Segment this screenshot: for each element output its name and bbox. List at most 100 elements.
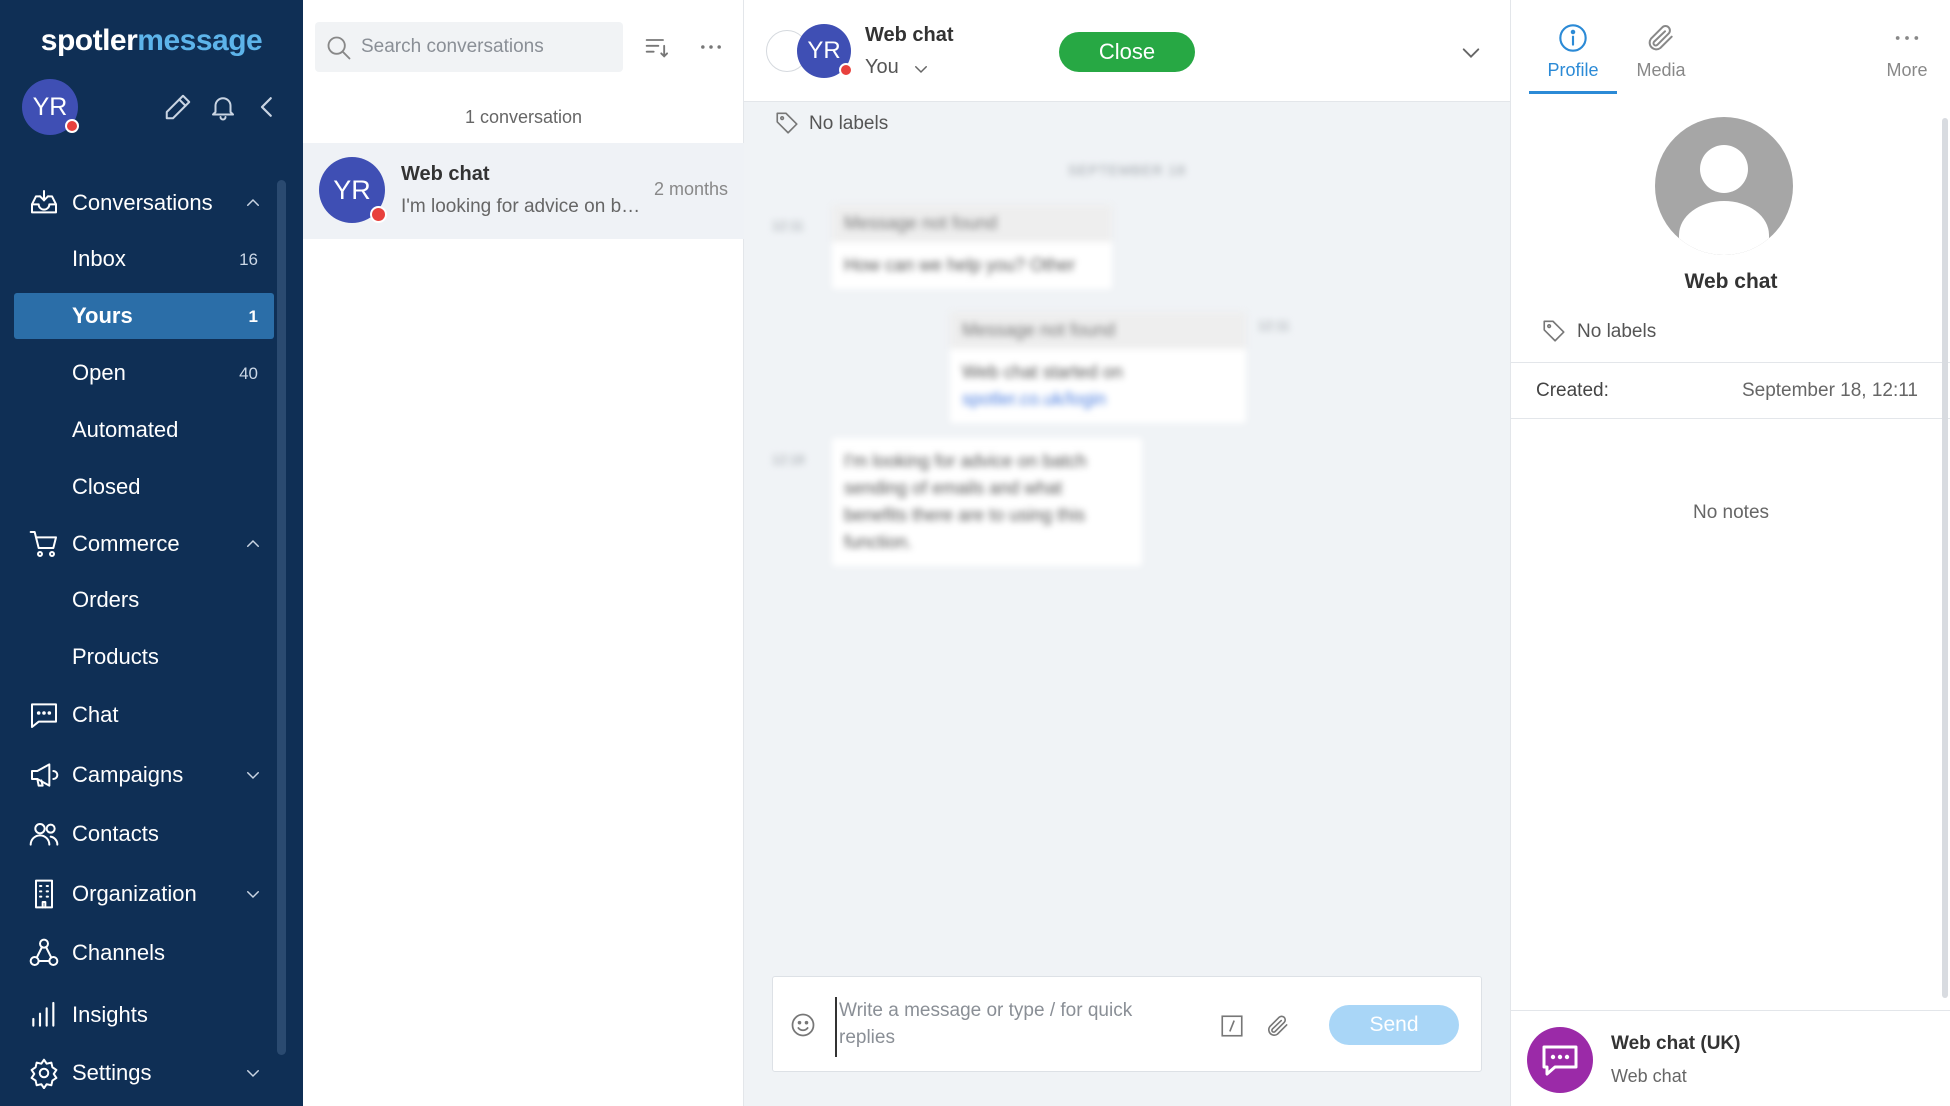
logo-text-spotler: spotler [40, 24, 138, 57]
nav-yours-count: 1 [248, 307, 258, 326]
nav-chat[interactable]: Chat [14, 692, 274, 738]
conversation-avatar-initials: YR [333, 174, 371, 205]
profile-labels-text: No labels [1577, 321, 1657, 342]
attachment-paperclip-icon[interactable] [1265, 1013, 1291, 1039]
nav-chat-label: Chat [72, 702, 119, 727]
contacts-people-icon [29, 823, 59, 846]
details-scrollbar[interactable] [1942, 118, 1948, 998]
emoji-smiley-icon[interactable] [789, 1011, 817, 1039]
tab-more-label: More [1886, 60, 1928, 80]
compose-pencil-icon[interactable] [163, 92, 193, 122]
nav-inbox-count: 16 [239, 250, 258, 269]
tab-media[interactable]: Media [1617, 18, 1705, 94]
nav-conversations[interactable]: Conversations [14, 180, 274, 226]
created-label: Created: [1536, 380, 1609, 401]
message-thread: SEPTEMBER 18 12:11 Message not found How… [744, 150, 1510, 570]
message-time: 12:11 [772, 218, 804, 233]
labels-text: No labels [809, 113, 889, 134]
status-dot [839, 63, 853, 77]
bar-chart-icon [32, 1001, 55, 1027]
channel-card[interactable]: Web chat (UK) Web chat [1511, 1010, 1950, 1106]
notifications-bell-icon[interactable] [208, 92, 238, 122]
sidebar-scrollbar[interactable] [277, 180, 286, 1055]
app-logo[interactable]: spotlermessage [0, 24, 303, 58]
conversation-list-panel: 1 conversation YR Web chat I'm looking f… [303, 0, 744, 1106]
conversation-name: Web chat [401, 163, 490, 185]
nav-orders-label: Orders [72, 587, 140, 612]
search-input[interactable] [361, 32, 611, 62]
conversation-time: 2 months [653, 179, 728, 199]
nav-campaigns[interactable]: Campaigns [14, 752, 274, 798]
conversation-list-item[interactable]: YR Web chat I'm looking for advice on ba… [303, 143, 744, 239]
nav-contacts-label: Contacts [72, 821, 159, 846]
message-bubble: Message not found Web chat started on sp… [950, 312, 1246, 423]
nav-yours[interactable]: Yours 1 [14, 293, 274, 339]
tab-profile-label: Profile [1547, 60, 1599, 80]
chevron-down-icon[interactable] [1460, 42, 1482, 64]
channels-network-icon [29, 938, 59, 966]
message-bubble: Message not found How can we help you? O… [832, 205, 1112, 289]
chevron-up-icon [247, 539, 259, 547]
tab-profile[interactable]: Profile [1529, 18, 1617, 94]
chevron-down-icon [247, 1070, 259, 1078]
nav-automated-label: Automated [72, 417, 179, 442]
info-icon [1559, 24, 1587, 52]
sort-icon[interactable] [642, 33, 670, 61]
chevron-down-icon [247, 891, 259, 899]
nav-closed-label: Closed [72, 474, 141, 499]
date-divider: SEPTEMBER 18 [1068, 162, 1186, 178]
nav-orders[interactable]: Orders [14, 577, 274, 623]
nav-open[interactable]: Open 40 [14, 350, 274, 396]
notes-empty-state: No notes [1692, 502, 1770, 523]
status-dot [370, 206, 387, 223]
conversation-avatar: YR [319, 157, 387, 223]
nav-insights[interactable]: Insights [14, 992, 274, 1038]
chevron-down-icon[interactable] [912, 60, 930, 78]
message-input[interactable] [835, 997, 1135, 1057]
nav-open-label: Open [72, 360, 126, 385]
chat-title: Web chat [865, 24, 954, 46]
assignee-dropdown[interactable]: You [865, 56, 899, 79]
search-box[interactable] [315, 22, 623, 72]
chat-header: YR Web chat You Close [744, 0, 1510, 102]
message-link[interactable]: spotler.co.uk/login [962, 389, 1106, 409]
shopping-cart-icon [29, 531, 57, 557]
search-icon [327, 36, 351, 60]
created-value: September 18, 12:11 [1741, 380, 1918, 401]
nav-contacts[interactable]: Contacts [14, 811, 274, 857]
nav-channels[interactable]: Channels [14, 930, 274, 976]
chat-contact-avatar[interactable]: YR [797, 24, 853, 78]
nav-products-label: Products [72, 644, 159, 669]
nav-settings[interactable]: Settings [14, 1050, 274, 1096]
nav-closed[interactable]: Closed [14, 464, 274, 510]
nav-commerce[interactable]: Commerce [14, 521, 274, 567]
nav-automated[interactable]: Automated [14, 407, 274, 453]
more-dots-icon [1895, 36, 1919, 40]
nav-organization[interactable]: Organization [14, 871, 274, 917]
user-avatar[interactable]: YR [22, 79, 79, 135]
nav-products[interactable]: Products [14, 634, 274, 680]
logo-text-message: message [137, 24, 263, 57]
nav-campaigns-label: Campaigns [72, 762, 184, 787]
nav-insights-label: Insights [72, 1002, 148, 1027]
tab-more[interactable]: More [1863, 18, 1950, 94]
collapse-sidebar-chevron-left-icon[interactable] [252, 92, 282, 122]
nav-settings-label: Settings [72, 1060, 152, 1085]
send-button[interactable]: Send [1329, 1005, 1459, 1045]
nav-open-count: 40 [239, 364, 258, 383]
message-body-text: Web chat started on [962, 362, 1123, 382]
divider [1511, 362, 1950, 363]
user-initials: YR [32, 92, 68, 121]
chevron-up-icon [247, 198, 259, 206]
building-icon [35, 879, 53, 909]
message-header: Message not found [950, 312, 1246, 349]
message-body: Web chat started on spotler.co.uk/login [950, 349, 1246, 423]
profile-name: Web chat [1684, 270, 1778, 293]
person-silhouette-icon [1679, 145, 1769, 255]
nav-channels-label: Channels [72, 940, 165, 965]
nav-inbox[interactable]: Inbox 16 [14, 236, 274, 282]
more-options-dots-icon[interactable] [697, 33, 725, 61]
close-conversation-button[interactable]: Close [1059, 32, 1195, 72]
message-body: I'm looking for advice on batch sending … [844, 451, 1087, 552]
quick-reply-slash-icon[interactable] [1219, 1013, 1245, 1039]
